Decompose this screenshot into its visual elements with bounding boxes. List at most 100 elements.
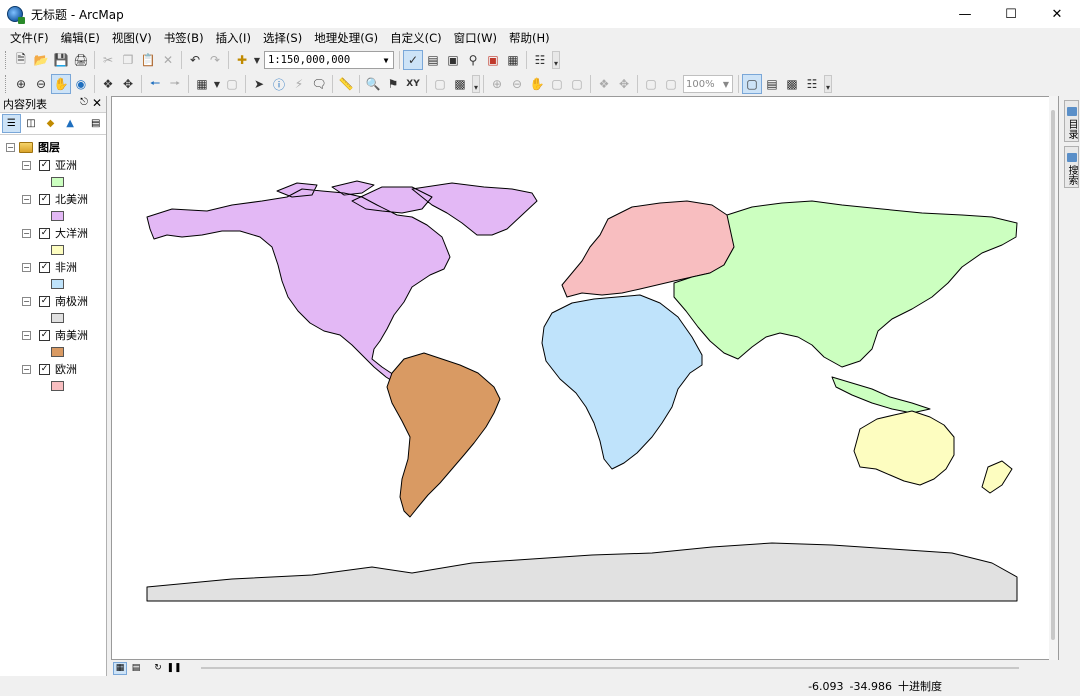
- collapse-icon[interactable]: −: [22, 364, 31, 374]
- horizontal-scrollbar[interactable]: [201, 667, 1019, 669]
- print-icon[interactable]: 🖨: [71, 50, 91, 70]
- new-document-icon[interactable]: 🗎: [11, 50, 31, 70]
- full-extent-globe-icon[interactable]: ◉: [71, 74, 91, 94]
- vertical-scrollbar[interactable]: [1049, 96, 1058, 660]
- fixed-zoom-in-icon[interactable]: ❖: [98, 74, 118, 94]
- layer-visibility-checkbox[interactable]: ✓: [39, 193, 50, 205]
- layer-visibility-checkbox[interactable]: ✓: [39, 295, 50, 307]
- menu-selection[interactable]: 选择(S): [257, 30, 308, 46]
- menu-windows[interactable]: 窗口(W): [448, 30, 503, 46]
- menu-insert[interactable]: 插入(I): [210, 30, 257, 46]
- layer-row[interactable]: − ✓ 欧洲: [22, 361, 77, 377]
- toggle-draft-mode-icon[interactable]: ▢: [742, 74, 762, 94]
- layer-row[interactable]: − ✓ 南极洲: [22, 293, 88, 309]
- layer-row[interactable]: − ✓ 南美洲: [22, 327, 88, 343]
- list-by-source-icon[interactable]: ◫: [22, 114, 41, 133]
- forward-arrow-icon[interactable]: 🠖: [165, 74, 185, 94]
- layer-row[interactable]: − ✓ 北美洲: [22, 191, 88, 207]
- search-dock-tab[interactable]: 搜索: [1064, 146, 1079, 188]
- layout-back-icon[interactable]: ▢: [641, 74, 661, 94]
- layer-symbol-swatch[interactable]: [51, 313, 64, 323]
- layout-fixed-zoom-out-icon[interactable]: ✥: [614, 74, 634, 94]
- modelbuilder-icon[interactable]: ☷: [530, 50, 550, 70]
- close-button[interactable]: ✕: [1034, 0, 1080, 28]
- find-route-icon[interactable]: ⚑: [383, 74, 403, 94]
- layout-view-icon[interactable]: ▤: [129, 662, 143, 675]
- minimize-button[interactable]: —: [942, 0, 988, 28]
- add-data-icon[interactable]: ✚: [232, 50, 252, 70]
- toolbar-options-icon[interactable]: ▾: [472, 75, 480, 93]
- save-icon[interactable]: 💾: [51, 50, 71, 70]
- focus-data-frame-icon[interactable]: ▤: [762, 74, 782, 94]
- menu-bookmarks[interactable]: 书签(B): [158, 30, 210, 46]
- layer-symbol-swatch[interactable]: [51, 245, 64, 255]
- layer-symbol-swatch[interactable]: [51, 381, 64, 391]
- menu-view[interactable]: 视图(V): [106, 30, 158, 46]
- zoom-whole-page-icon[interactable]: ▢: [547, 74, 567, 94]
- menu-geoprocessing[interactable]: 地理处理(G): [308, 30, 384, 46]
- layout-forward-icon[interactable]: ▢: [661, 74, 681, 94]
- menu-edit[interactable]: 编辑(E): [55, 30, 106, 46]
- change-layout-icon[interactable]: ▩: [782, 74, 802, 94]
- list-by-selection-icon[interactable]: ▲: [61, 114, 80, 133]
- time-slider-icon[interactable]: ▢: [430, 74, 450, 94]
- measure-icon[interactable]: 📏: [336, 74, 356, 94]
- list-by-visibility-icon[interactable]: ◆: [41, 114, 60, 133]
- zoom-100-percent-icon[interactable]: ▢: [567, 74, 587, 94]
- layout-fixed-zoom-in-icon[interactable]: ❖: [594, 74, 614, 94]
- add-data-dropdown-icon[interactable]: ▼: [252, 50, 262, 70]
- map-scale-input[interactable]: 1:150,000,000 ▼: [264, 51, 394, 69]
- table-of-contents-icon[interactable]: ▤: [423, 50, 443, 70]
- delete-icon[interactable]: ✕: [158, 50, 178, 70]
- catalog-window-icon[interactable]: ▣: [443, 50, 463, 70]
- layer-visibility-checkbox[interactable]: ✓: [39, 261, 50, 273]
- find-binoculars-icon[interactable]: 🔍: [363, 74, 383, 94]
- layer-symbol-swatch[interactable]: [51, 279, 64, 289]
- layout-zoom-out-icon[interactable]: ⊖: [507, 74, 527, 94]
- layer-symbol-swatch[interactable]: [51, 347, 64, 357]
- zoom-out-icon[interactable]: ⊖: [31, 74, 51, 94]
- toolbar-options-icon[interactable]: ▾: [824, 75, 832, 93]
- collapse-icon[interactable]: −: [22, 228, 31, 238]
- layer-row[interactable]: − ✓ 亚洲: [22, 157, 77, 173]
- hyperlink-icon[interactable]: ⚡: [289, 74, 309, 94]
- menu-customize[interactable]: 自定义(C): [384, 30, 448, 46]
- maximize-button[interactable]: ☐: [988, 0, 1034, 28]
- pin-icon[interactable]: ⎋: [80, 97, 88, 108]
- catalog-dock-tab[interactable]: 目录: [1064, 100, 1079, 142]
- chevron-down-icon[interactable]: ▼: [379, 52, 393, 68]
- toolbar-grip[interactable]: [5, 75, 8, 93]
- editor-toolbar-icon[interactable]: ✓: [403, 50, 423, 70]
- paste-icon[interactable]: 📋: [138, 50, 158, 70]
- collapse-icon[interactable]: −: [22, 160, 31, 170]
- select-features-icon[interactable]: ▦: [192, 74, 212, 94]
- pause-drawing-icon[interactable]: ❚❚: [166, 662, 181, 675]
- layer-group-row[interactable]: − 图层: [6, 139, 60, 155]
- layout-zoom-in-icon[interactable]: ⊕: [487, 74, 507, 94]
- go-to-xy-icon[interactable]: XY: [403, 74, 423, 94]
- toolbar-grip[interactable]: [5, 51, 8, 69]
- undo-icon[interactable]: ↶: [185, 50, 205, 70]
- select-dropdown-icon[interactable]: ▼: [212, 74, 222, 94]
- copy-icon[interactable]: ❐: [118, 50, 138, 70]
- clear-selection-icon[interactable]: ▢: [222, 74, 242, 94]
- layout-pan-icon[interactable]: ✋: [527, 74, 547, 94]
- layer-visibility-checkbox[interactable]: ✓: [39, 159, 50, 171]
- close-icon[interactable]: ✕: [92, 96, 102, 110]
- collapse-icon[interactable]: −: [22, 296, 31, 306]
- redo-icon[interactable]: ↷: [205, 50, 225, 70]
- zoom-in-icon[interactable]: ⊕: [11, 74, 31, 94]
- html-popup-icon[interactable]: 🗨: [309, 74, 329, 94]
- map-display[interactable]: [111, 96, 1059, 660]
- fixed-zoom-out-icon[interactable]: ✥: [118, 74, 138, 94]
- cut-icon[interactable]: ✂: [98, 50, 118, 70]
- create-viewer-window-icon[interactable]: ▩: [450, 74, 470, 94]
- toolbar-options-icon[interactable]: ▾: [552, 51, 560, 69]
- pan-hand-icon[interactable]: ✋: [51, 74, 71, 94]
- layout-zoom-select[interactable]: 100% ▼: [683, 75, 733, 93]
- refresh-icon[interactable]: ↻: [151, 662, 165, 675]
- select-elements-arrow-icon[interactable]: ➤: [249, 74, 269, 94]
- layer-visibility-checkbox[interactable]: ✓: [39, 363, 50, 375]
- list-by-drawing-order-icon[interactable]: ☰: [2, 114, 21, 133]
- options-icon[interactable]: ▤: [86, 114, 105, 133]
